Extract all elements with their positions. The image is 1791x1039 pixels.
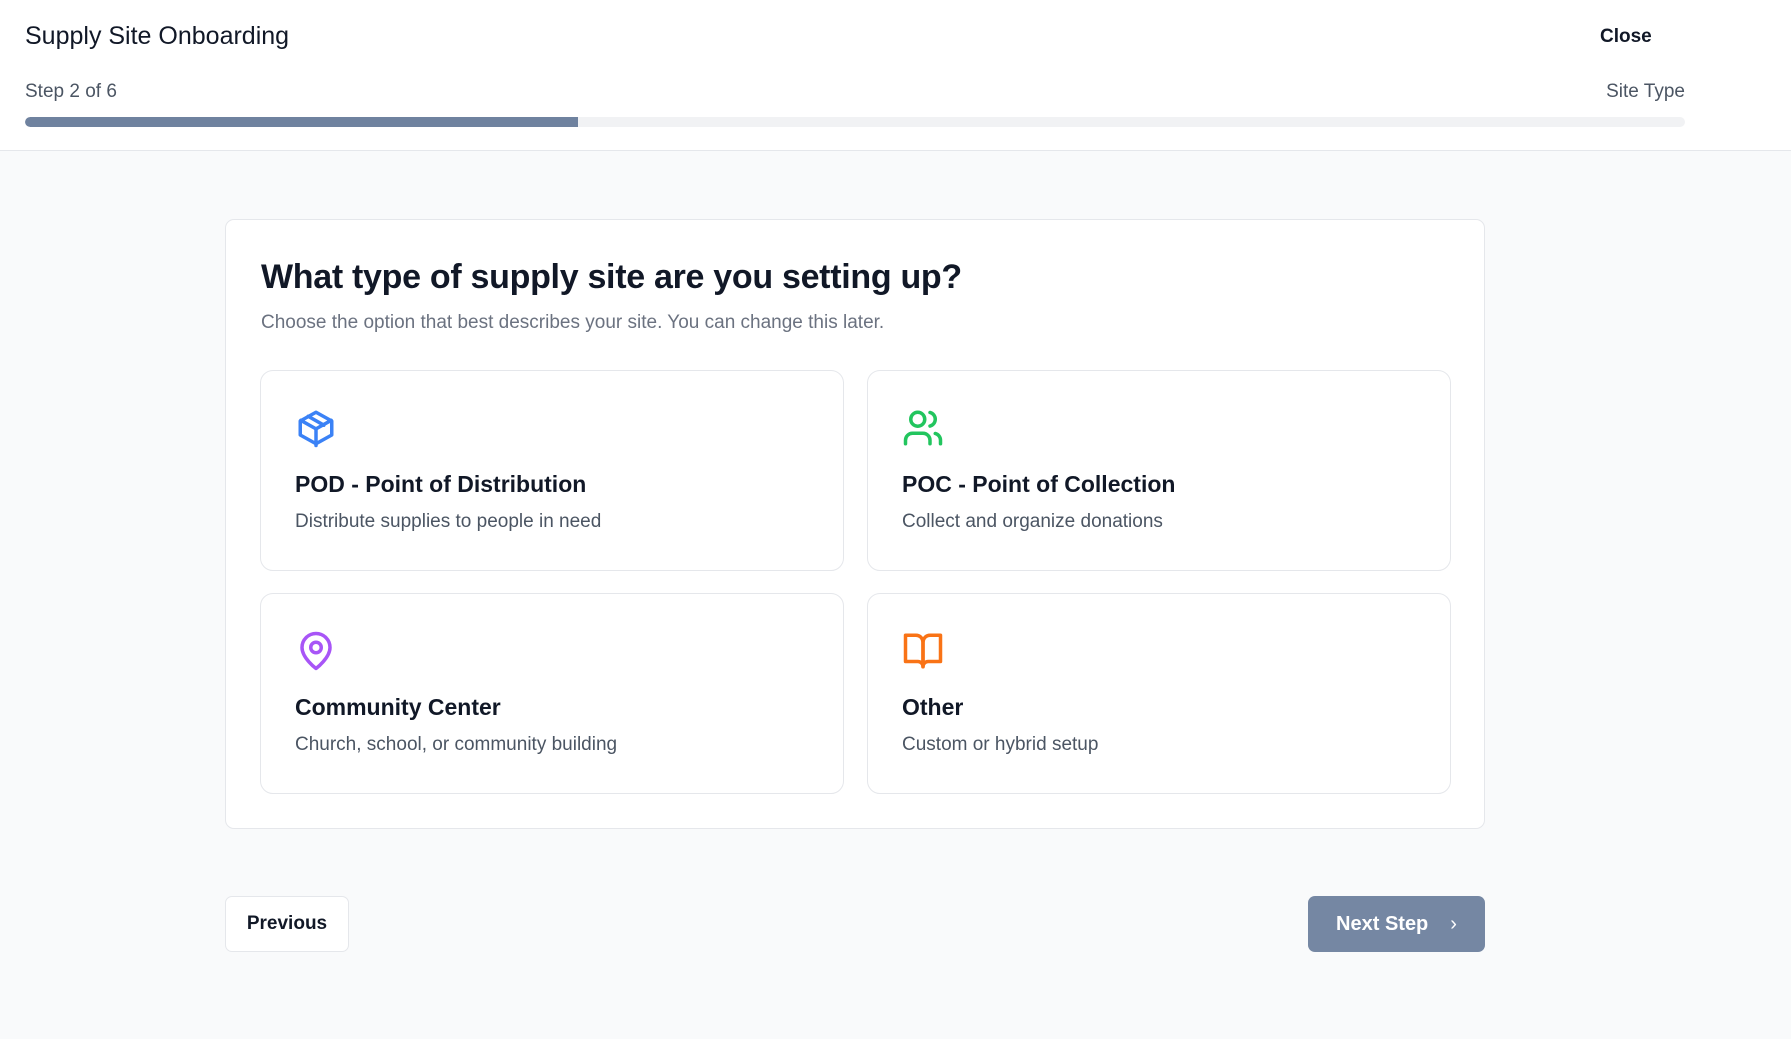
users-icon	[903, 410, 943, 446]
previous-button[interactable]: Previous	[225, 896, 349, 952]
close-button[interactable]: Close	[1600, 26, 1652, 48]
option-title: POD - Point of Distribution	[295, 471, 587, 497]
card-title: What type of supply site are you setting…	[261, 258, 962, 296]
site-type-card: What type of supply site are you setting…	[225, 219, 1485, 829]
option-description: Distribute supplies to people in need	[295, 511, 602, 532]
map-pin-icon	[300, 631, 332, 671]
option-poc[interactable]: POC - Point of Collection Collect and or…	[867, 370, 1451, 571]
header: Supply Site Onboarding Close Step 2 of 6…	[0, 0, 1791, 151]
option-description: Collect and organize donations	[902, 511, 1163, 532]
option-description: Custom or hybrid setup	[902, 734, 1099, 755]
option-title: POC - Point of Collection	[902, 471, 1176, 497]
option-title: Other	[902, 694, 964, 720]
next-step-label: Next Step	[1336, 912, 1429, 935]
page-title: Supply Site Onboarding	[25, 22, 290, 50]
step-counter: Step 2 of 6	[25, 81, 117, 102]
chevron-right-icon: ›	[1450, 912, 1457, 935]
progress-fill	[25, 117, 579, 127]
option-other[interactable]: Other Custom or hybrid setup	[867, 593, 1451, 794]
card-subtitle: Choose the option that best describes yo…	[261, 312, 885, 333]
option-description: Church, school, or community building	[295, 734, 618, 755]
step-name: Site Type	[1606, 81, 1685, 102]
option-pod[interactable]: POD - Point of Distribution Distribute s…	[260, 370, 844, 571]
book-open-icon	[903, 633, 943, 669]
package-icon	[298, 410, 334, 448]
option-community-center[interactable]: Community Center Church, school, or comm…	[260, 593, 844, 794]
option-title: Community Center	[295, 694, 501, 720]
progress-bar	[25, 117, 1685, 127]
next-step-button[interactable]: Next Step ›	[1308, 896, 1485, 952]
